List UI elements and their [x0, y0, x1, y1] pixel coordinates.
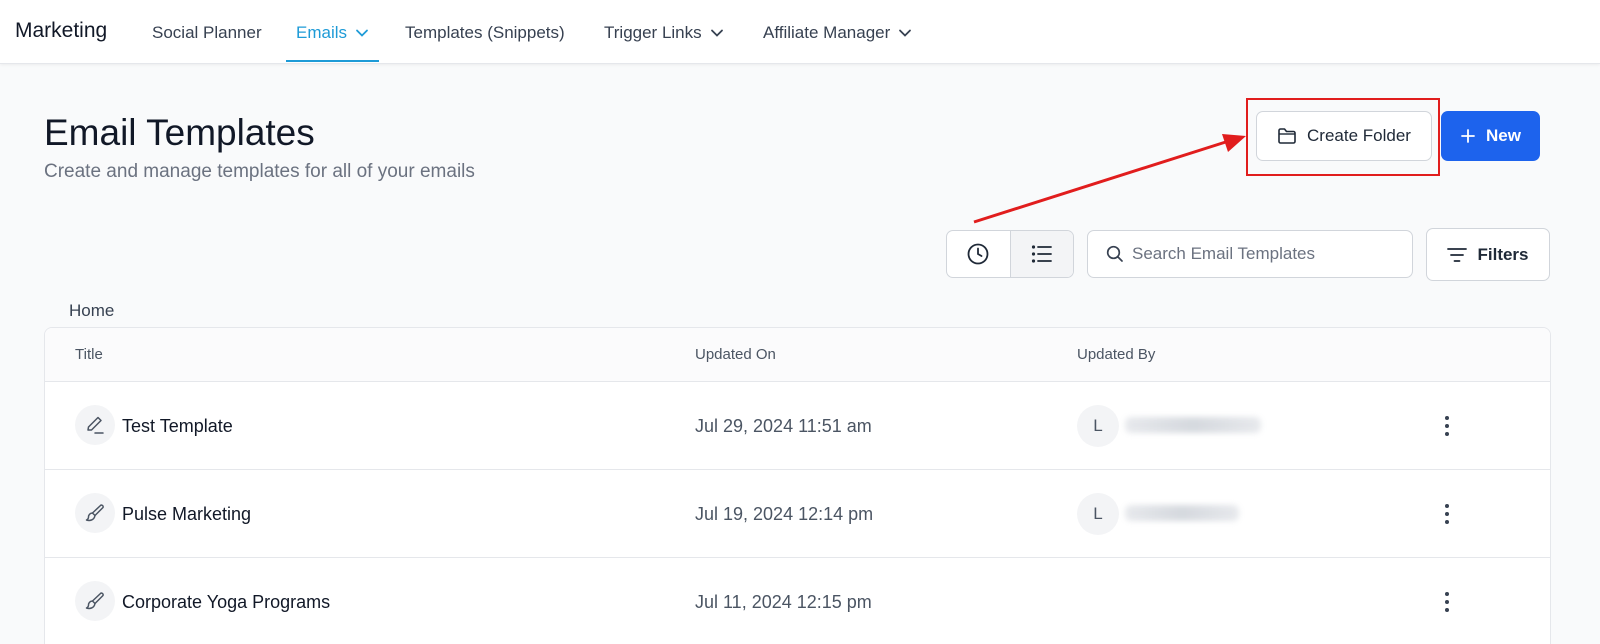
row-updated-on: Jul 11, 2024 12:15 pm: [695, 592, 872, 612]
row-more-options-icon[interactable]: [1435, 412, 1459, 440]
search-input[interactable]: [1132, 244, 1402, 264]
nav-label: Social Planner: [152, 23, 262, 42]
nav-label: Emails: [296, 23, 348, 42]
nav-label: Affiliate Manager: [763, 23, 891, 42]
brand-title: Marketing: [15, 19, 108, 42]
row-title[interactable]: Test Template: [122, 416, 233, 437]
nav-templates-snippets[interactable]: Templates (Snippets): [405, 23, 565, 43]
recent-view-button[interactable]: [947, 231, 1010, 277]
row-more-options-icon[interactable]: [1435, 500, 1459, 528]
plus-icon: [1461, 129, 1475, 143]
table-row[interactable]: Corporate Yoga Programs Jul 11, 2024 12:…: [45, 558, 1550, 644]
breadcrumb-home[interactable]: Home: [69, 301, 114, 321]
top-nav: Marketing Social Planner Emails Template…: [0, 0, 1600, 64]
row-updated-on: Jul 29, 2024 11:51 am: [695, 416, 872, 436]
search-box: [1087, 230, 1413, 278]
row-updated-on: Jul 19, 2024 12:14 pm: [695, 504, 874, 524]
new-button[interactable]: New: [1441, 111, 1540, 161]
avatar: L: [1077, 493, 1119, 535]
page-subtitle: Create and manage templates for all of y…: [44, 161, 475, 182]
brush-icon: [75, 493, 115, 533]
page-title: Email Templates: [44, 112, 315, 153]
annotation-highlight-box: [1246, 98, 1440, 176]
chevron-down-icon: [710, 29, 723, 37]
brush-icon: [75, 581, 115, 621]
column-title[interactable]: Title: [75, 346, 103, 363]
redacted-user-name: [1125, 417, 1261, 433]
search-icon: [1106, 245, 1123, 262]
table-row[interactable]: Pulse Marketing Jul 19, 2024 12:14 pm L: [45, 470, 1550, 558]
nav-label: Trigger Links: [604, 23, 702, 42]
nav-trigger-links[interactable]: Trigger Links: [604, 23, 724, 43]
list-view-button[interactable]: [1009, 231, 1073, 277]
chevron-down-icon: [899, 29, 912, 37]
row-more-options-icon[interactable]: [1435, 588, 1459, 616]
redacted-user-name: [1125, 505, 1239, 521]
table-header: Title Updated On Updated By: [45, 328, 1550, 382]
new-label: New: [1486, 126, 1521, 145]
row-title[interactable]: Corporate Yoga Programs: [122, 592, 330, 613]
nav-affiliate-manager[interactable]: Affiliate Manager: [763, 23, 912, 43]
clock-icon: [968, 243, 989, 265]
templates-table: Title Updated On Updated By Test Templat…: [44, 327, 1551, 644]
nav-emails[interactable]: Emails: [285, 23, 380, 62]
filters-button[interactable]: Filters: [1426, 228, 1550, 281]
table-row[interactable]: Test Template Jul 29, 2024 11:51 am L: [45, 382, 1550, 470]
chevron-down-icon: [356, 29, 368, 37]
column-updated-on[interactable]: Updated On: [695, 346, 776, 363]
nav-label: Templates (Snippets): [405, 23, 565, 42]
view-toggle: [946, 230, 1074, 278]
row-title[interactable]: Pulse Marketing: [122, 504, 251, 525]
pencil-edit-icon: [75, 405, 115, 445]
column-updated-by[interactable]: Updated By: [1077, 346, 1155, 363]
list-icon: [1031, 245, 1052, 263]
filters-label: Filters: [1477, 244, 1529, 264]
filter-icon: [1447, 247, 1468, 262]
nav-social-planner[interactable]: Social Planner: [152, 23, 262, 43]
avatar: L: [1077, 405, 1119, 447]
